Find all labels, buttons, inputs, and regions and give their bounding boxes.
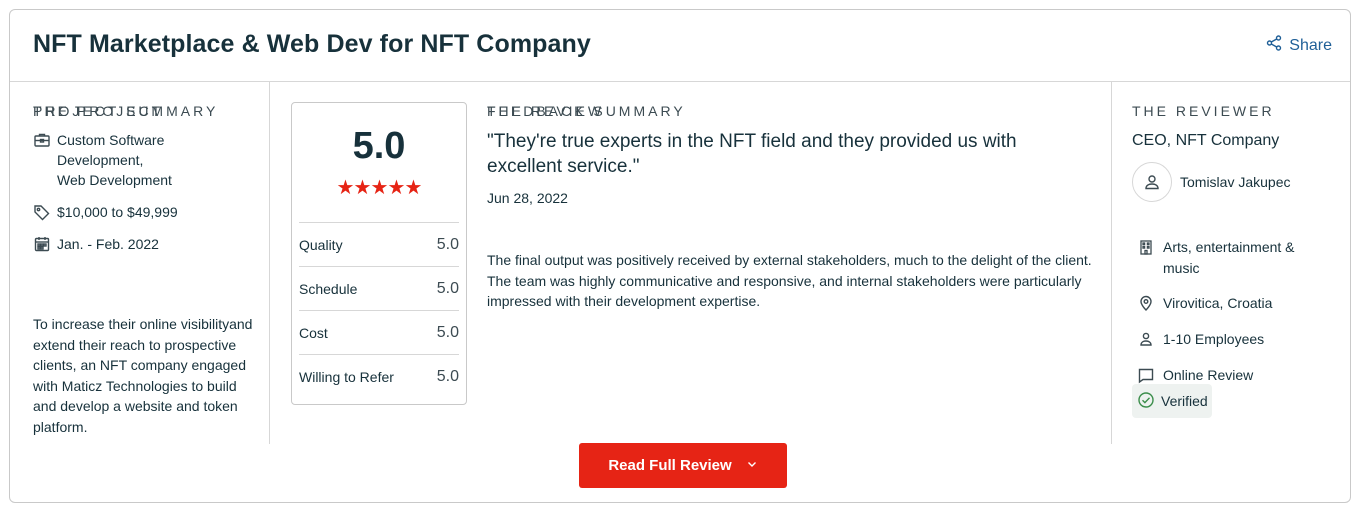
service-line: Development, <box>57 152 144 168</box>
project-summary-label: PROJECT SUMMARY <box>33 103 219 119</box>
price-tag-icon <box>33 203 51 221</box>
star-icon: ★ <box>387 177 406 199</box>
reviewer-location: Virovitica, Croatia <box>1137 293 1272 314</box>
star-rating: ★★★★★ <box>292 175 466 200</box>
score-value: 5.0 <box>436 279 459 297</box>
reviewer-review-type: Online Review <box>1137 365 1253 386</box>
review-type-text: Online Review <box>1163 367 1254 383</box>
star-icon: ★ <box>370 177 389 199</box>
review-title: NFT Marketplace & Web Dev for NFT Compan… <box>33 30 591 58</box>
feedback-summary-label: FEEDBACK SUMMARY <box>487 103 686 119</box>
reviewer-name: Tomislav Jakupec <box>1180 174 1291 190</box>
building-icon <box>1137 238 1155 256</box>
project-summary-text: To increase their online visibilityand e… <box>33 316 253 435</box>
project-timeline: Jan. - Feb. 2022 <box>33 234 159 254</box>
project-budget: $10,000 to $49,999 <box>33 202 178 222</box>
chevron-down-icon <box>746 457 758 474</box>
calendar-icon <box>33 235 51 253</box>
score-value: 5.0 <box>436 367 459 385</box>
reviewer-role: CEO, NFT Company <box>1132 132 1280 149</box>
location-text: Virovitica, Croatia <box>1163 295 1273 311</box>
comment-icon <box>1137 366 1155 384</box>
timeline-text: Jan. - Feb. 2022 <box>57 236 159 252</box>
check-circle-icon <box>1137 391 1155 412</box>
review-quote: "They're true experts in the NFT field a… <box>487 131 1017 177</box>
project-column: THE PROJECT Custom Software Development,… <box>10 82 270 444</box>
share-button[interactable]: Share <box>1266 35 1332 56</box>
overall-rating: 5.0 <box>352 125 406 167</box>
reviewer-person: Tomislav Jakupec <box>1132 162 1291 202</box>
score-row-willing-to-refer: Willing to Refer 5.0 <box>299 354 459 398</box>
score-label: Cost <box>299 324 328 341</box>
person-icon <box>1137 330 1155 348</box>
feedback-summary-text: The final output was positively received… <box>487 252 1092 309</box>
verified-badge: Verified <box>1132 384 1212 418</box>
avatar <box>1132 162 1172 202</box>
star-icon: ★ <box>336 177 355 199</box>
reviewer-section-label: THE REVIEWER <box>1132 103 1275 119</box>
score-row-quality: Quality 5.0 <box>299 222 459 266</box>
score-value: 5.0 <box>436 235 459 253</box>
user-icon <box>1145 175 1159 190</box>
company-size-text: 1-10 Employees <box>1163 331 1265 347</box>
budget-text: $10,000 to $49,999 <box>57 204 178 220</box>
review-card: NFT Marketplace & Web Dev for NFT Compan… <box>9 9 1351 503</box>
star-icon: ★ <box>404 177 423 199</box>
score-row-cost: Cost 5.0 <box>299 310 459 354</box>
share-icon <box>1266 35 1282 56</box>
score-label: Schedule <box>299 280 358 297</box>
review-date: Jun 28, 2022 <box>487 190 568 206</box>
score-value: 5.0 <box>436 323 459 341</box>
read-full-review-label: Read Full Review <box>608 457 732 474</box>
location-pin-icon <box>1137 294 1155 312</box>
project-services: Custom Software Development, Web Develop… <box>33 130 172 190</box>
reviewer-column: THE REVIEWER CEO, NFT Company Tomislav J… <box>1111 82 1351 444</box>
star-icon: ★ <box>353 177 372 199</box>
rating-box: 5.0 ★★★★★ Quality 5.0 Schedule 5.0 Cost … <box>291 102 467 405</box>
reviewer-industry: Arts, entertainment & music <box>1137 237 1313 278</box>
briefcase-icon <box>33 131 51 149</box>
score-label: Quality <box>299 236 343 253</box>
score-label: Willing to Refer <box>299 368 394 385</box>
read-full-review-button[interactable]: Read Full Review <box>579 443 787 488</box>
verified-label: Verified <box>1161 393 1208 409</box>
share-label: Share <box>1289 36 1332 54</box>
service-line: Custom Software <box>57 132 165 148</box>
score-row-schedule: Schedule 5.0 <box>299 266 459 310</box>
card-header: NFT Marketplace & Web Dev for NFT Compan… <box>10 10 1350 82</box>
reviewer-company-size: 1-10 Employees <box>1137 329 1264 350</box>
industry-text: Arts, entertainment & music <box>1163 239 1295 276</box>
service-line: Web Development <box>57 172 172 188</box>
